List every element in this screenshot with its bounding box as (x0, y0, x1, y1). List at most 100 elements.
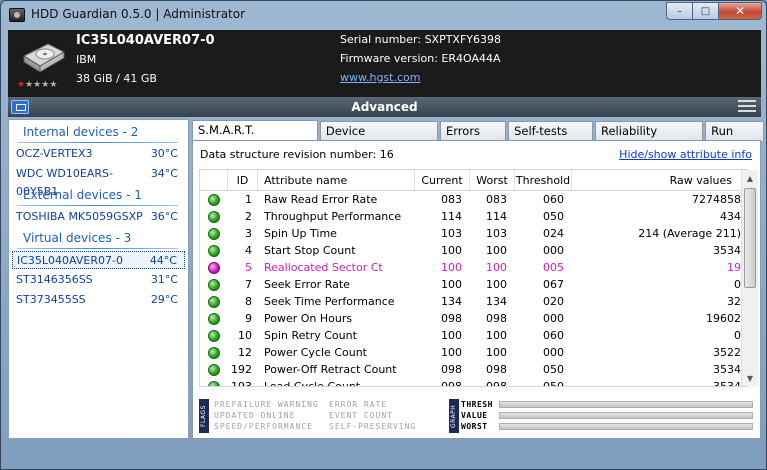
title-bar[interactable]: HDD Guardian 0.5.0 | Administrator – □ ✕ (1, 1, 766, 29)
column-header-current[interactable]: Current (415, 170, 470, 190)
column-header-id[interactable]: ID (228, 170, 258, 190)
cell-worst: 134 (486, 295, 507, 308)
cell-raw-value: 32 (727, 295, 741, 308)
cell-current: 098 (441, 312, 462, 325)
cell-attribute-name: Raw Read Error Rate (264, 193, 378, 206)
cell-attribute-name: Power Cycle Count (264, 346, 367, 359)
device-name: TOSHIBA MK5059GSXP (16, 210, 143, 223)
device-list-item[interactable]: WDC WD10EARS-00Y5B1 34°C (9, 165, 188, 198)
table-row[interactable]: 1 Raw Read Error Rate 083 083 060 7274858 (200, 191, 747, 208)
cell-id: 193 (231, 380, 252, 387)
table-row[interactable]: 7 Seek Error Rate 100 100 067 0 (200, 276, 747, 293)
table-row[interactable]: 9 Power On Hours 098 098 000 19602 (200, 310, 747, 327)
close-button[interactable]: ✕ (718, 2, 762, 20)
cell-threshold: 024 (543, 227, 564, 240)
revision-number: Data structure revision number: 16 (200, 148, 394, 161)
tab-smart-attributes[interactable]: S.M.A.R.T. attributes (192, 120, 318, 156)
device-list-item-selected[interactable]: IC35L040AVER07-0 44°C (12, 251, 185, 269)
cell-raw-value: 214 (Average 211) (638, 227, 741, 240)
ok-status-icon (208, 312, 220, 325)
cell-worst: 098 (486, 363, 507, 376)
status-cell (200, 242, 228, 259)
table-row[interactable]: 8 Seek Time Performance 134 134 020 32 (200, 293, 747, 310)
scroll-down-icon[interactable]: ▼ (742, 370, 758, 386)
tab-device-capabilities[interactable]: Device capabilities (319, 121, 439, 157)
device-group-header: Virtual devices - 3 (23, 231, 132, 245)
cell-current: 100 (441, 278, 462, 291)
device-list-item[interactable]: TOSHIBA MK5059GSXP 36°C (9, 208, 188, 226)
device-model: IC35L040AVER07-0 (76, 33, 215, 48)
device-temperature: 29°C (150, 293, 178, 306)
hard-drive-icon (22, 43, 66, 73)
device-list-item[interactable]: OCZ-VERTEX3 30°C (9, 145, 188, 163)
table-row[interactable]: 5 Reallocated Sector Ct 100 100 005 19 (200, 259, 747, 276)
device-temperature: 31°C (150, 273, 178, 286)
tab-reliability-details[interactable]: Reliability details (595, 121, 704, 157)
cell-threshold: 060 (543, 329, 564, 342)
table-body: 1 Raw Read Error Rate 083 083 060 7274858 2 Thr… (200, 191, 747, 387)
status-cell (200, 344, 228, 361)
status-cell (200, 293, 228, 310)
graph-row-worst: WORST (461, 421, 753, 432)
device-name: ST373455SS (16, 293, 86, 306)
cell-id: 8 (245, 295, 252, 308)
table-row[interactable]: 10 Spin Retry Count 100 100 060 0 (200, 327, 747, 344)
cell-threshold: 050 (543, 380, 564, 387)
smart-panel: Data structure revision number: 16 Hide/… (192, 140, 761, 439)
graph-row-label: VALUE (461, 411, 488, 420)
cell-attribute-name: Spin Retry Count (264, 329, 357, 342)
table-scrollbar[interactable]: ▲ ▼ (741, 170, 758, 386)
rating-star-icon: ★ (25, 80, 34, 90)
table-row[interactable]: 3 Spin Up Time 103 103 024 214 (Average 211) (200, 225, 747, 242)
graph-badge: GRAPH (449, 399, 459, 433)
cell-worst: 100 (486, 329, 507, 342)
column-header-name[interactable]: Attribute name (258, 170, 415, 190)
scrollbar-thumb[interactable] (744, 188, 756, 288)
status-cell (200, 276, 228, 293)
graph-row-label: WORST (461, 422, 488, 431)
table-row[interactable]: 192 Power-Off Retract Count 098 098 050 3534 (200, 361, 747, 378)
table-row[interactable]: 2 Throughput Performance 114 114 050 434 (200, 208, 747, 225)
cell-current: 098 (441, 380, 462, 387)
toggle-attribute-info-link[interactable]: Hide/show attribute info (619, 148, 752, 161)
scroll-up-icon[interactable]: ▲ (742, 170, 758, 186)
device-name: ST3146356SS (16, 273, 93, 286)
cell-current: 134 (441, 295, 462, 308)
warning-status-icon (208, 261, 220, 274)
device-list-item[interactable]: ST373455SS 29°C (9, 291, 188, 309)
tab-run-test[interactable]: Run test (705, 121, 764, 157)
group-divider (17, 205, 178, 206)
device-name: OCZ-VERTEX3 (16, 147, 93, 160)
table-row[interactable]: 12 Power Cycle Count 100 100 000 3522 (200, 344, 747, 361)
flag-label: PREFAILURE WARNING (214, 400, 319, 409)
status-cell (200, 361, 228, 378)
column-header-threshold[interactable]: Threshold (515, 170, 572, 190)
maximize-button[interactable]: □ (692, 2, 718, 20)
status-cell (200, 225, 228, 242)
ok-status-icon (208, 295, 220, 308)
device-group-header: External devices - 1 (23, 188, 142, 202)
status-column-header[interactable] (200, 170, 228, 190)
menu-icon[interactable] (738, 100, 756, 113)
device-name: IC35L040AVER07-0 (17, 254, 123, 267)
cell-raw-value: 3534 (713, 244, 741, 257)
device-temperature: 44°C (149, 254, 177, 267)
vendor-website-link[interactable]: www.hgst.com (340, 71, 420, 84)
cell-worst: 114 (486, 210, 507, 223)
cell-id: 9 (245, 312, 252, 325)
minimize-button[interactable]: – (666, 2, 692, 20)
cell-threshold: 060 (543, 193, 564, 206)
column-header-worst[interactable]: Worst (470, 170, 515, 190)
table-row[interactable]: 193 Load Cycle Count 098 098 050 3534 (200, 378, 747, 387)
table-row[interactable]: 4 Start Stop Count 100 100 000 3534 (200, 242, 747, 259)
cell-attribute-name: Reallocated Sector Ct (264, 261, 383, 274)
column-header-raw[interactable]: Raw values (572, 170, 747, 190)
tab-self-tests-log[interactable]: Self-tests log (508, 121, 593, 157)
device-list-item[interactable]: ST3146356SS 31°C (9, 271, 188, 289)
cell-worst: 103 (486, 227, 507, 240)
cell-worst: 100 (486, 346, 507, 359)
tab-errors-log[interactable]: Errors log (440, 121, 507, 157)
cell-worst: 100 (486, 261, 507, 274)
flags-list-2: ERROR RATE EVENT COUNT SELF-PRESERVING (329, 399, 416, 432)
cell-current: 103 (441, 227, 462, 240)
